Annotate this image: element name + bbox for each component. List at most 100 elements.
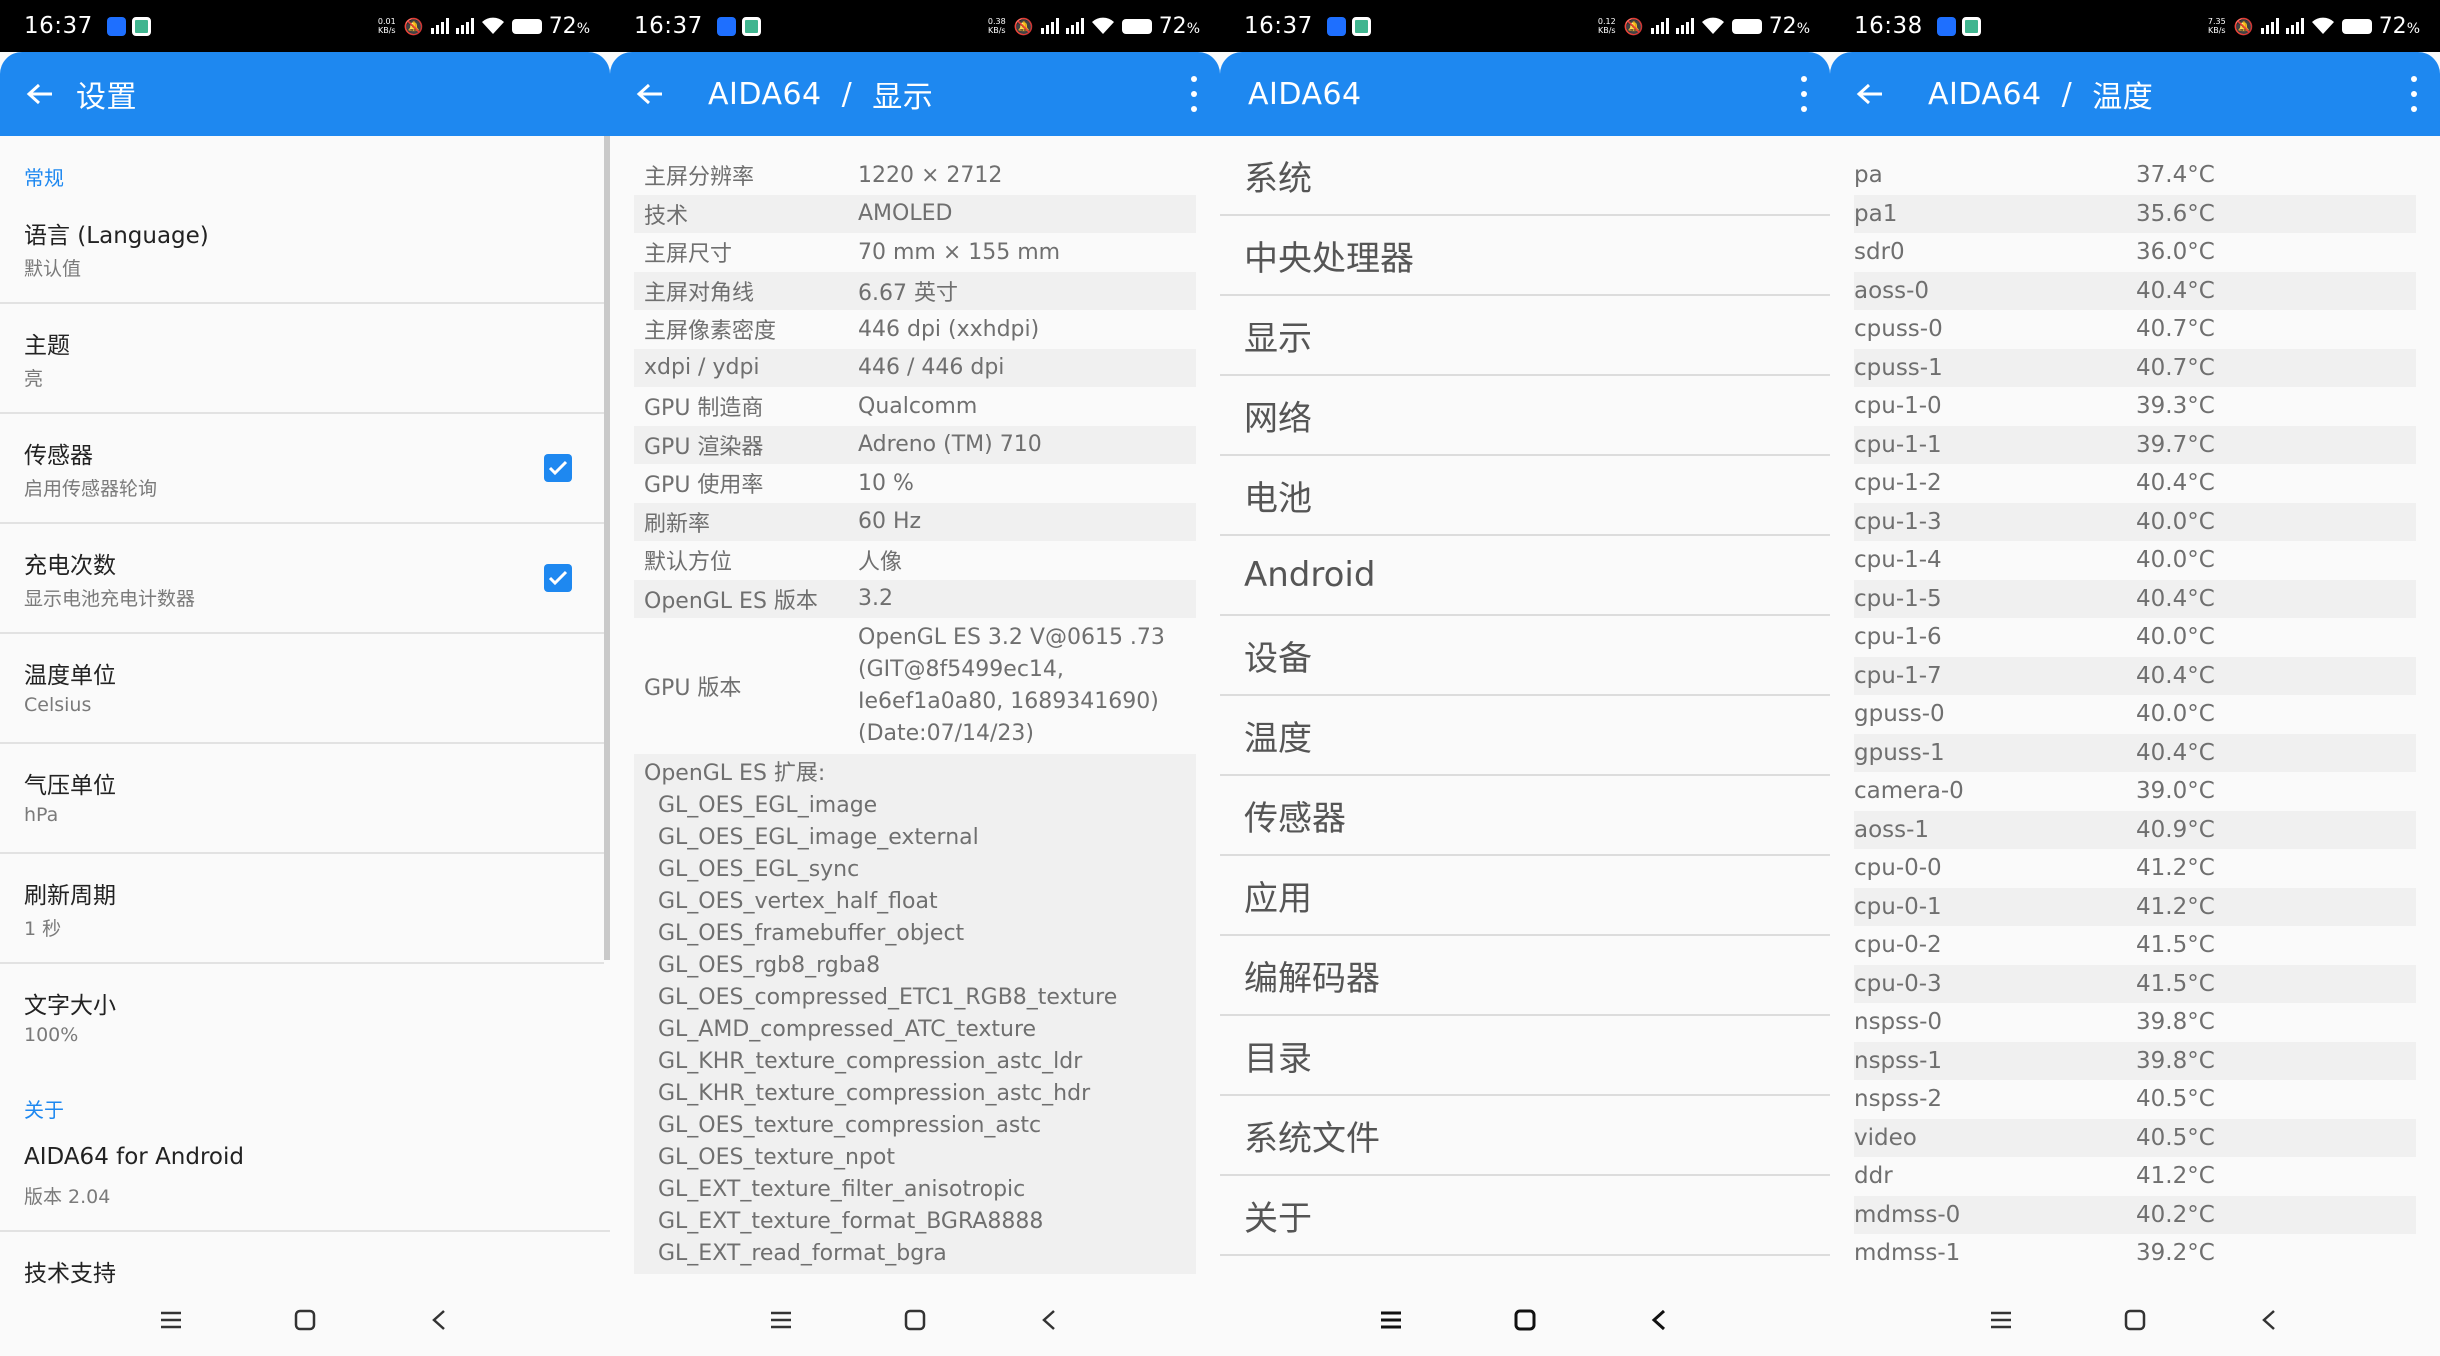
menu-item[interactable]: 目录 xyxy=(1220,1016,1830,1096)
temperature-info[interactable]: pa 37.4°C pa1 35.6°C sdr0 36.0°C aoss-0 40.4°C c… xyxy=(1830,136,2440,1284)
extension-item: GL_OES_rgb8_rgba8 xyxy=(658,953,881,978)
about-support[interactable]: 技术支持 xyxy=(0,1232,610,1284)
table-row: camera-0 39.0°C xyxy=(1854,772,2416,811)
sensor-temp: 40.4°C xyxy=(2136,277,2215,304)
nav-back-button[interactable] xyxy=(2252,1303,2286,1337)
back-button[interactable] xyxy=(4,52,76,136)
wifi-icon xyxy=(1701,17,1724,34)
setting-language[interactable]: 语言 (Language) 默认值 xyxy=(0,194,604,304)
about-aida64[interactable]: AIDA64 for Android 版本 2.04 xyxy=(0,1122,610,1232)
row-key: 默认方位 xyxy=(644,550,733,576)
nav-menu-button[interactable] xyxy=(1374,1303,1408,1337)
charge-count-checkbox[interactable] xyxy=(544,564,572,592)
sensors-checkbox[interactable] xyxy=(544,454,572,482)
back-button[interactable] xyxy=(1834,52,1906,136)
menu-item[interactable]: 系统 xyxy=(1220,136,1830,216)
nav-home-button[interactable] xyxy=(2118,1303,2152,1337)
app-bar: 设置 xyxy=(0,52,610,136)
row-key: 技术 xyxy=(644,203,689,229)
nav-menu-button[interactable] xyxy=(764,1303,798,1337)
settings-list[interactable]: 常规 语言 (Language) 默认值 主题亮 传感器 启用传感器轮询 充电次数显… xyxy=(0,136,610,1284)
table-row: video 40.5°C xyxy=(1854,1118,2416,1157)
menu-item[interactable]: 中央处理器 xyxy=(1220,216,1830,296)
sensor-name: nspss-0 xyxy=(1854,1009,1943,1036)
nav-menu-button[interactable] xyxy=(1984,1303,2018,1337)
section-header-about: 关于 xyxy=(24,1098,64,1122)
nav-back-button[interactable] xyxy=(1032,1303,1066,1337)
table-row: OpenGL ES 版本 3.2 xyxy=(634,579,1196,618)
menu-item[interactable]: 传感器 xyxy=(1220,776,1830,856)
chevron-left-icon xyxy=(1042,1310,1055,1330)
app-title: AIDA64 xyxy=(1928,76,2042,112)
row-key: 刷新率 xyxy=(644,511,711,537)
chevron-left-icon xyxy=(2262,1310,2275,1330)
table-row: nspss-1 39.8°C xyxy=(1854,1041,2416,1080)
more-vert-icon[interactable] xyxy=(1190,76,1198,112)
menu-item[interactable]: 显示 xyxy=(1220,296,1830,376)
app-notification-icon xyxy=(1961,16,1981,36)
hamburger-icon xyxy=(161,1311,181,1329)
table-row: nspss-0 39.8°C xyxy=(1854,1003,2416,1042)
nav-home-button[interactable] xyxy=(288,1303,322,1337)
menu-item[interactable]: 编解码器 xyxy=(1220,936,1830,1016)
sensor-name: sdr0 xyxy=(1854,239,1905,266)
setting-temp-unit[interactable]: 温度单位 Celsius xyxy=(0,634,604,744)
nav-home-button[interactable] xyxy=(898,1303,932,1337)
table-row: cpuss-1 40.7°C xyxy=(1854,348,2416,387)
setting-sensors[interactable]: 传感器 启用传感器轮询 xyxy=(0,414,604,524)
table-row: 主屏对角线 6.67 英寸 xyxy=(634,271,1196,310)
main-menu[interactable]: 系统 中央处理器 显示 网络 电池 Android 设备 温度 传感器 应用 编解码器 目录 系统文件关… xyxy=(1220,136,1830,1284)
table-row: cpu-0-1 41.2°C xyxy=(1854,887,2416,926)
sensor-name: mdmss-1 xyxy=(1854,1240,1961,1267)
menu-item[interactable]: 温度 xyxy=(1220,696,1830,776)
table-row: mdmss-0 40.2°C xyxy=(1854,1195,2416,1234)
hamburger-icon xyxy=(1991,1311,2011,1329)
wifi-icon xyxy=(2311,17,2334,34)
check-icon xyxy=(548,570,568,586)
setting-refresh-period[interactable]: 刷新周期 1 秒 xyxy=(0,854,604,964)
nav-back-button[interactable] xyxy=(1642,1303,1676,1337)
setting-pressure-unit[interactable]: 气压单位 hPa xyxy=(0,744,604,854)
menu-item[interactable]: 应用 xyxy=(1220,856,1830,936)
setting-text-size[interactable]: 文字大小 100% xyxy=(0,964,604,1056)
row-value: 60 Hz xyxy=(858,509,922,535)
net-speed: 0.01 KB/s xyxy=(377,17,396,35)
display-info[interactable]: 主屏分辨率 1220 × 2712 技术 AMOLED 主屏尺寸 70 mm × 155 … xyxy=(610,136,1220,1284)
more-vert-icon[interactable] xyxy=(2410,76,2418,112)
more-vert-icon[interactable] xyxy=(1800,76,1808,112)
sensor-temp: 40.7°C xyxy=(2136,354,2215,381)
menu-item[interactable]: 网络 xyxy=(1220,376,1830,456)
menu-item[interactable]: 设备 xyxy=(1220,616,1830,696)
square-icon xyxy=(294,1309,316,1331)
menu-item[interactable]: 关于 xyxy=(1220,1176,1830,1256)
arrow-left-icon xyxy=(636,83,662,105)
nav-home-button[interactable] xyxy=(1508,1303,1542,1337)
back-button[interactable] xyxy=(614,52,686,136)
extension-item: GL_AMD_compressed_ATC_texture xyxy=(658,1017,1037,1042)
menu-item[interactable]: 电池 xyxy=(1220,456,1830,536)
table-row: 默认方位 人像 xyxy=(634,541,1196,580)
sensor-name: pa xyxy=(1854,162,1883,189)
sensor-name: cpu-0-0 xyxy=(1854,855,1942,882)
signal-icon xyxy=(430,18,449,34)
extension-item: GL_OES_framebuffer_object xyxy=(658,921,965,946)
status-bar: 16:37 0.01 KB/s 🔕 72% xyxy=(0,0,610,52)
table-row: gpuss-1 40.4°C xyxy=(1854,733,2416,772)
square-icon xyxy=(1514,1309,1536,1331)
nav-back-button[interactable] xyxy=(422,1303,456,1337)
table-row: GPU 使用率 10 % xyxy=(634,464,1196,503)
setting-theme[interactable]: 主题亮 xyxy=(0,304,604,414)
setting-charge-count[interactable]: 充电次数 显示电池充电计数器 xyxy=(0,524,604,634)
sensor-temp: 40.7°C xyxy=(2136,316,2215,343)
phone-temperature: 16:38 7.35 KB/s 🔕 72% AIDA64 / 温度 pa 37.4°… xyxy=(1830,0,2440,1356)
menu-item[interactable]: Android xyxy=(1220,536,1830,616)
sensor-name: ddr xyxy=(1854,1163,1893,1190)
menu-item[interactable]: 系统文件 xyxy=(1220,1096,1830,1176)
table-row: GPU 渲染器 Adreno (TM) 710 xyxy=(634,425,1196,464)
sensor-name: cpu-0-3 xyxy=(1854,970,1942,997)
sensor-name: nspss-1 xyxy=(1854,1047,1943,1074)
nav-menu-button[interactable] xyxy=(154,1303,188,1337)
sensor-temp: 36.0°C xyxy=(2136,239,2215,266)
signal-icon xyxy=(2260,18,2279,34)
notification-icon xyxy=(716,16,736,36)
